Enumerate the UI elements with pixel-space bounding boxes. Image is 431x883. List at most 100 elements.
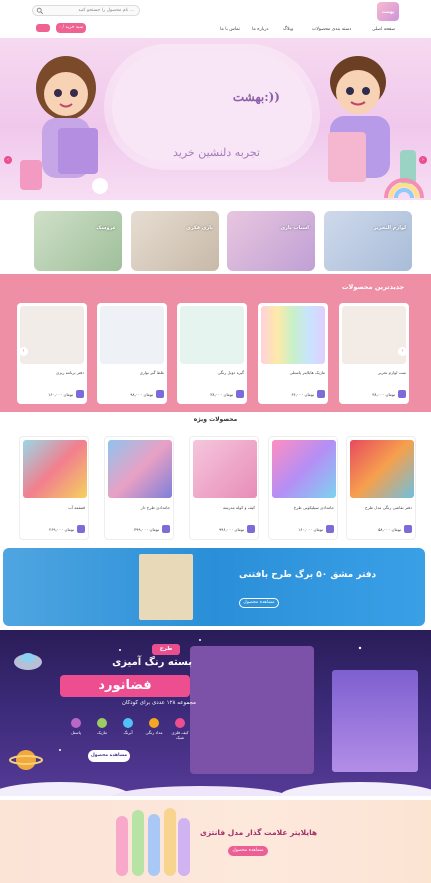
- product-image: [193, 440, 257, 498]
- product-image: [108, 440, 172, 498]
- hero-next-arrow-icon[interactable]: ›: [419, 156, 427, 164]
- space-view-button[interactable]: مشاهده محصول: [88, 750, 130, 762]
- feature-label: ماژیک: [97, 730, 107, 735]
- nav-item-categories[interactable]: دسته بندی محصولات: [312, 25, 351, 35]
- space-title-line2: فضانورد: [60, 675, 190, 697]
- nav-item-contact[interactable]: تماس با ما: [220, 25, 240, 35]
- product-price: ۶۴,۰۰۰ تومان: [291, 392, 314, 397]
- special-products-title: محصولات ویژه: [193, 416, 238, 423]
- clouds-decoration: [0, 782, 431, 796]
- product-price: ۳۸,۰۰۰ تومان: [210, 392, 233, 397]
- search-placeholder: نام محصول را جستجو کنید ...: [78, 8, 134, 13]
- highlighter-view-button[interactable]: مشاهده محصول: [228, 846, 268, 856]
- notebook-view-button[interactable]: مشاهده محصول: [239, 598, 279, 608]
- feature-item: ماژیک: [90, 718, 114, 735]
- product-image: [180, 306, 244, 364]
- product-image: [20, 306, 84, 364]
- product-image: [100, 306, 164, 364]
- add-to-cart-icon[interactable]: [77, 525, 85, 533]
- product-image: [261, 306, 325, 364]
- feature-item: مداد رنگی: [142, 718, 166, 735]
- coloring-box-image: [332, 670, 418, 772]
- product-price: ۱۶۰,۰۰۰ تومان: [298, 527, 323, 532]
- hero-tagline: تجربه دلنشین خرید: [173, 146, 260, 159]
- space-coloring-banner[interactable]: طرح بسته رنگ آمیزی فضانورد مجموعه ۱۲۸ عد…: [0, 630, 431, 796]
- highlighter-image: [116, 808, 190, 876]
- add-to-cart-icon[interactable]: [326, 525, 334, 533]
- product-card[interactable]: دفتر نقاشی رنگی مدل طرح ۵۸,۰۰۰ تومان: [346, 436, 416, 540]
- product-card[interactable]: گیره دوبل رنگی ۳۸,۰۰۰ تومان: [177, 303, 247, 404]
- search-icon[interactable]: [36, 7, 44, 15]
- add-to-cart-icon[interactable]: [236, 390, 244, 398]
- feature-icon: [175, 718, 185, 728]
- category-tile-stationery[interactable]: لوازم التحریر: [324, 211, 412, 271]
- chevron-left-icon[interactable]: ‹: [19, 347, 28, 356]
- add-to-cart-icon[interactable]: [247, 525, 255, 533]
- space-subtitle: مجموعه ۱۲۸ عددی برای کودکان: [121, 700, 196, 706]
- category-tile-board-games[interactable]: بازی فکری: [131, 211, 219, 271]
- space-title-line1: بسته رنگ آمیزی: [112, 657, 192, 668]
- product-card[interactable]: کیف و کوله مدرسه ۹۹۶,۰۰۰ تومان: [189, 436, 259, 540]
- product-name: ماژیک هایلایتر پاستلی: [289, 370, 325, 375]
- add-to-cart-icon[interactable]: [162, 525, 170, 533]
- product-name: دفتر برنامه ریزی: [56, 370, 84, 375]
- product-price: ۲۶۹,۰۰۰ تومان: [49, 527, 74, 532]
- new-products-title: جدیدترین محصولات: [342, 283, 405, 291]
- feature-icon: [97, 718, 107, 728]
- add-to-cart-icon[interactable]: [404, 525, 412, 533]
- product-image: [23, 440, 87, 498]
- hero-slider[interactable]: بهشت:)) تجربه دلنشین خرید ‹ ›: [0, 38, 431, 200]
- product-name: دفتر نقاشی رنگی مدل طرح: [365, 505, 412, 510]
- space-badge: طرح: [152, 644, 180, 655]
- product-price: ۳۸,۰۰۰ تومان: [372, 392, 395, 397]
- feature-label: کیف فلزی شیک: [171, 730, 189, 740]
- hero-prev-arrow-icon[interactable]: ‹: [4, 156, 12, 164]
- nav-item-blog[interactable]: وبلاگ: [283, 25, 293, 35]
- feature-item: پاستل: [64, 718, 88, 735]
- product-card[interactable]: جامدادی سیلیکونی طرح ۱۶۰,۰۰۰ تومان: [268, 436, 338, 540]
- highlighter-banner[interactable]: هایلایتر علامت گذار مدل فانتزی مشاهده مح…: [0, 800, 431, 883]
- chevron-right-icon[interactable]: ›: [398, 347, 407, 356]
- notebook-banner[interactable]: دفتر مشق ۵۰ برگ طرح بافتنی مشاهده محصول: [3, 548, 425, 626]
- category-tile-toys[interactable]: اسباب بازی: [227, 211, 315, 271]
- feature-icon: [71, 718, 81, 728]
- category-label: اسباب بازی: [280, 225, 309, 231]
- top-bar: نام محصول را جستجو کنید ... بهشت: [0, 0, 431, 22]
- product-price: ۳۹۹,۰۰۰ تومان: [134, 527, 159, 532]
- notebook-banner-title: دفتر مشق ۵۰ برگ طرح بافتنی: [239, 570, 377, 580]
- category-label: لوازم التحریر: [373, 225, 406, 231]
- nav-item-home[interactable]: صفحه اصلی: [372, 25, 395, 35]
- product-price: ۱۶۰,۰۰۰ تومان: [48, 392, 73, 397]
- highlighter-banner-title: هایلایتر علامت گذار مدل فانتزی: [200, 828, 318, 837]
- nav-item-about[interactable]: درباره ما: [252, 25, 269, 35]
- logo-text: بهشت: [381, 9, 395, 14]
- search-input[interactable]: نام محصول را جستجو کنید ...: [32, 5, 140, 16]
- product-name: غلط گیر نواری: [139, 370, 164, 375]
- hero-brand: بهشت:)): [232, 90, 280, 104]
- product-image: [272, 440, 336, 498]
- site-logo[interactable]: بهشت: [377, 2, 399, 21]
- feature-label: پاستل: [71, 730, 81, 735]
- feature-icon: [123, 718, 133, 728]
- product-price: ۹۹۶,۰۰۰ تومان: [219, 527, 244, 532]
- add-to-cart-icon[interactable]: [156, 390, 164, 398]
- product-card[interactable]: ماژیک هایلایتر پاستلی ۶۴,۰۰۰ تومان: [258, 303, 328, 404]
- product-name: کیف و کوله مدرسه: [222, 505, 255, 510]
- feature-label: آبرنگ: [123, 730, 133, 735]
- product-image: [350, 440, 414, 498]
- feature-item: کیف فلزی شیک: [168, 718, 192, 740]
- notebook-image: [139, 554, 193, 620]
- feature-item: آبرنگ: [116, 718, 140, 735]
- add-to-cart-icon[interactable]: [317, 390, 325, 398]
- feature-label: مداد رنگی: [145, 730, 163, 735]
- add-to-cart-icon[interactable]: [76, 390, 84, 398]
- product-card[interactable]: غلط گیر نواری ۹۸,۰۰۰ تومان: [97, 303, 167, 404]
- category-tile-dolls[interactable]: عروسک: [34, 211, 122, 271]
- product-card[interactable]: قمقمه آب ۲۶۹,۰۰۰ تومان: [19, 436, 89, 540]
- add-to-cart-icon[interactable]: [398, 390, 406, 398]
- product-card[interactable]: جامدادی طرح دار ۳۹۹,۰۰۰ تومان: [104, 436, 174, 540]
- new-products-section: جدیدترین محصولات ست لوازم تحریر ۳۸,۰۰۰ ت…: [0, 274, 431, 412]
- coloring-case-image: [190, 646, 314, 774]
- category-label: عروسک: [96, 225, 116, 231]
- special-products-section: محصولات ویژه دفتر نقاشی رنگی مدل طرح ۵۸,…: [0, 412, 431, 544]
